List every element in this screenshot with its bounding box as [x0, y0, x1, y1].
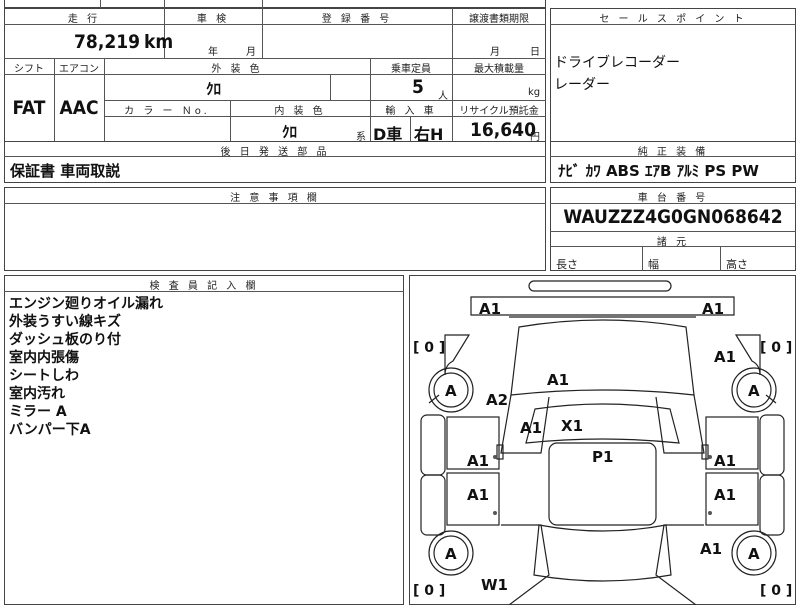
inspector-note: エンジン廻りオイル漏れ: [9, 296, 163, 312]
transfer-header: 譲渡書類期限: [469, 14, 529, 25]
mark-wheel-front-right: A: [748, 382, 760, 400]
exterior-value: ｸﾛ: [206, 80, 222, 98]
inspector-note: ダッシュ板のり付: [9, 332, 121, 348]
sales-point-line-2: レーダー: [554, 77, 610, 93]
inspection-month: 月: [246, 47, 256, 58]
length-label: 長さ: [556, 258, 578, 271]
exterior-header: 外 装 色: [211, 64, 263, 75]
mark-wheel-rear-right: A: [748, 545, 760, 563]
bracket-front-left: [ 0 ]: [413, 340, 446, 356]
bracket-rear-left: [ 0 ]: [413, 583, 446, 599]
mark-right-front-door: A1: [714, 452, 737, 470]
mark-front-right: A1: [702, 300, 725, 318]
mark-left-windshield: A1: [520, 419, 543, 437]
recycle-value: 16,640: [470, 119, 536, 141]
interior-header: 内 装 色: [274, 106, 326, 117]
inspector-note: 室内汚れ: [9, 386, 65, 402]
capacity-header: 乗車定員: [391, 64, 431, 75]
chassis-header: 車 台 番 号: [637, 193, 709, 204]
transfer-day: 日: [530, 47, 540, 58]
vehicle-info-table: [4, 8, 546, 142]
mark-rear-left: W1: [481, 576, 508, 594]
interior-value: ｸﾛ: [282, 123, 298, 141]
bracket-front-right: [ 0 ]: [760, 340, 793, 356]
inspection-year: 年: [208, 47, 218, 58]
later-parts-header: 後 日 発 送 部 品: [220, 147, 330, 158]
mark-right-rear-door: A1: [714, 486, 737, 504]
import-header: 輸 入 車: [385, 106, 437, 117]
mileage-value: 78,219: [74, 31, 140, 53]
load-header: 最大積載量: [474, 64, 524, 75]
equipment-value: ﾅﾋﾞ ｶﾜ ABS ｴｱB ｱﾙﾐ PS PW: [558, 162, 759, 180]
car-diagram-outline: [420, 280, 785, 605]
ac-value: AAC: [59, 97, 99, 119]
mark-wheel-rear-left: A: [445, 545, 457, 563]
sales-point-header: セ ー ル ス ポ イ ン ト: [599, 14, 747, 25]
mark-left-a-pillar: A2: [486, 391, 509, 409]
later-parts-value: 保証書 車両取説: [10, 162, 121, 180]
top-cut-row: [4, 0, 546, 8]
ac-header: エアコン: [59, 64, 99, 75]
mark-hood: A1: [547, 371, 570, 389]
equipment-header: 純 正 装 備: [637, 147, 709, 158]
inspection-header: 車 検: [196, 14, 230, 25]
inspector-note: ミラー A: [9, 404, 67, 420]
color-no-header: カ ラ ー Ｎo.: [124, 106, 210, 117]
mileage-header: 走 行: [67, 14, 101, 25]
sales-point-line-1: ドライブレコーダー: [554, 55, 680, 71]
capacity-value: 5: [412, 76, 424, 98]
shift-header: シフト: [14, 64, 44, 75]
mileage-unit: km: [144, 31, 174, 53]
inspector-header: 検 査 員 記 入 欄: [149, 281, 259, 292]
notes-header: 注 意 事 項 欄: [230, 193, 320, 204]
mark-right-front-fender: A1: [714, 348, 737, 366]
mark-left-front-door: A1: [467, 452, 490, 470]
mark-left-rear-door: A1: [467, 486, 490, 504]
height-label: 高さ: [726, 258, 748, 271]
inspector-note: 外装うすい線キズ: [9, 314, 121, 330]
mark-windshield: X1: [561, 417, 584, 435]
transfer-month: 月: [490, 47, 500, 58]
mark-right-rear-fender: A1: [700, 540, 723, 558]
inspector-note: 室内内張傷: [9, 350, 79, 366]
load-unit: kg: [528, 87, 541, 98]
registration-header: 登 録 番 号: [321, 14, 393, 25]
inspector-note: シートしわ: [9, 368, 79, 384]
capacity-unit: 人: [438, 91, 448, 102]
bracket-rear-right: [ 0 ]: [760, 583, 793, 599]
width-label: 幅: [648, 258, 659, 271]
chassis-number: WAUZZZ4G0GN068642: [563, 206, 783, 228]
inspector-notes: エンジン廻りオイル漏れ 外装うすい線キズ ダッシュ板のり付 室内内張傷 シートし…: [9, 295, 399, 439]
dimensions-header: 諸 元: [656, 237, 690, 248]
inspector-note: バンパー下A: [9, 422, 91, 438]
mark-roof: P1: [592, 448, 614, 466]
shift-value: FAT: [12, 97, 46, 119]
mark-front-left: A1: [479, 300, 502, 318]
recycle-header: リサイクル預託金: [459, 106, 539, 117]
mark-wheel-front-left: A: [445, 382, 457, 400]
